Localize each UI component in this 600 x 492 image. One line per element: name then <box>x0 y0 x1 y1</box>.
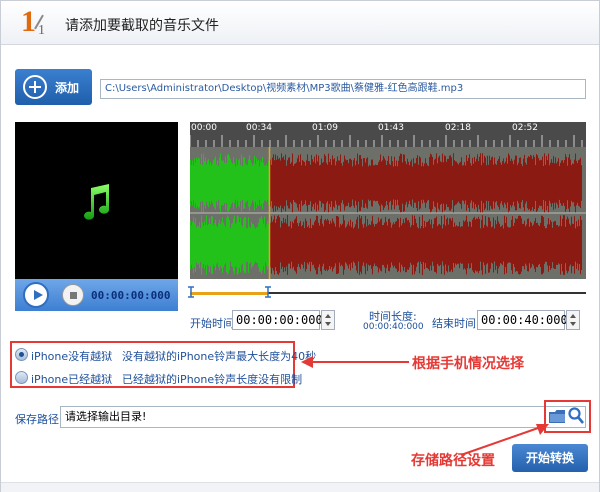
start-convert-button[interactable]: 开始转换 <box>512 444 588 472</box>
music-note-icon <box>84 184 109 220</box>
step-total: 1 <box>38 23 45 38</box>
step-current: 1 <box>21 5 36 38</box>
start-time-label: 开始时间: <box>190 317 238 330</box>
end-time-label: 结束时间: <box>432 317 480 330</box>
tick-label: 01:09 <box>312 123 338 133</box>
add-file-label: 添加 <box>55 80 80 95</box>
player-controls: 00:00:00:000 <box>15 279 178 311</box>
footer-bar <box>1 482 599 492</box>
tick-label: 02:18 <box>445 123 471 133</box>
plus-icon <box>23 75 47 99</box>
trim-slider-selection <box>190 292 268 295</box>
step-header: 1 1 请添加要截取的音乐文件 <box>1 1 599 45</box>
radio-not-jailbroken[interactable] <box>15 348 28 361</box>
add-file-button[interactable]: 添加 <box>15 69 92 105</box>
waveform <box>190 147 586 279</box>
start-time-input[interactable]: 00:00:00:000 <box>232 310 323 330</box>
timeline-ruler: 00:00 00:34 01:09 01:43 02:18 02:52 <box>190 122 586 147</box>
annotation-arrow <box>301 356 409 368</box>
end-time-input[interactable]: 00:00:40:000 <box>477 310 568 330</box>
save-path-label: 保存路径: <box>15 413 63 426</box>
play-icon[interactable] <box>23 282 49 308</box>
option-desc: 已经越狱的iPhone铃声长度没有限制 <box>122 373 303 386</box>
trim-start-handle[interactable] <box>187 286 195 298</box>
tick-label: 02:52 <box>512 123 538 133</box>
option-label: iPhone已经越狱 <box>31 373 113 386</box>
option-desc: 没有越狱的iPhone铃声最大长度为40秒 <box>122 350 317 363</box>
ringtone-cutter-window: 1 1 请添加要截取的音乐文件 添加 C:\Users\Administrato… <box>0 0 600 492</box>
tick-label: 00:00 <box>191 123 217 133</box>
search-icon[interactable] <box>568 407 584 424</box>
trim-end-handle[interactable] <box>264 286 272 298</box>
page-title: 请添加要截取的音乐文件 <box>65 18 219 34</box>
preview-panel <box>15 122 178 279</box>
option-label: iPhone没有越狱 <box>31 350 113 363</box>
annotation-save-path: 存储路径设置 <box>411 454 495 469</box>
tick-label: 00:34 <box>246 123 272 133</box>
waveform-display[interactable] <box>190 147 586 279</box>
tick-label: 01:43 <box>378 123 404 133</box>
stop-icon[interactable] <box>62 284 84 306</box>
end-time-spinner[interactable] <box>566 310 580 330</box>
radio-jailbroken[interactable] <box>15 371 28 384</box>
annotation-phone-choice: 根据手机情况选择 <box>412 357 524 372</box>
file-path-field[interactable]: C:\Users\Administrator\Desktop\视频素材\MP3歌… <box>100 79 586 99</box>
start-time-spinner[interactable] <box>321 310 335 330</box>
length-value: 00:00:40:000 <box>363 322 424 332</box>
folder-icon[interactable] <box>549 410 566 423</box>
player-time: 00:00:00:000 <box>91 288 171 302</box>
